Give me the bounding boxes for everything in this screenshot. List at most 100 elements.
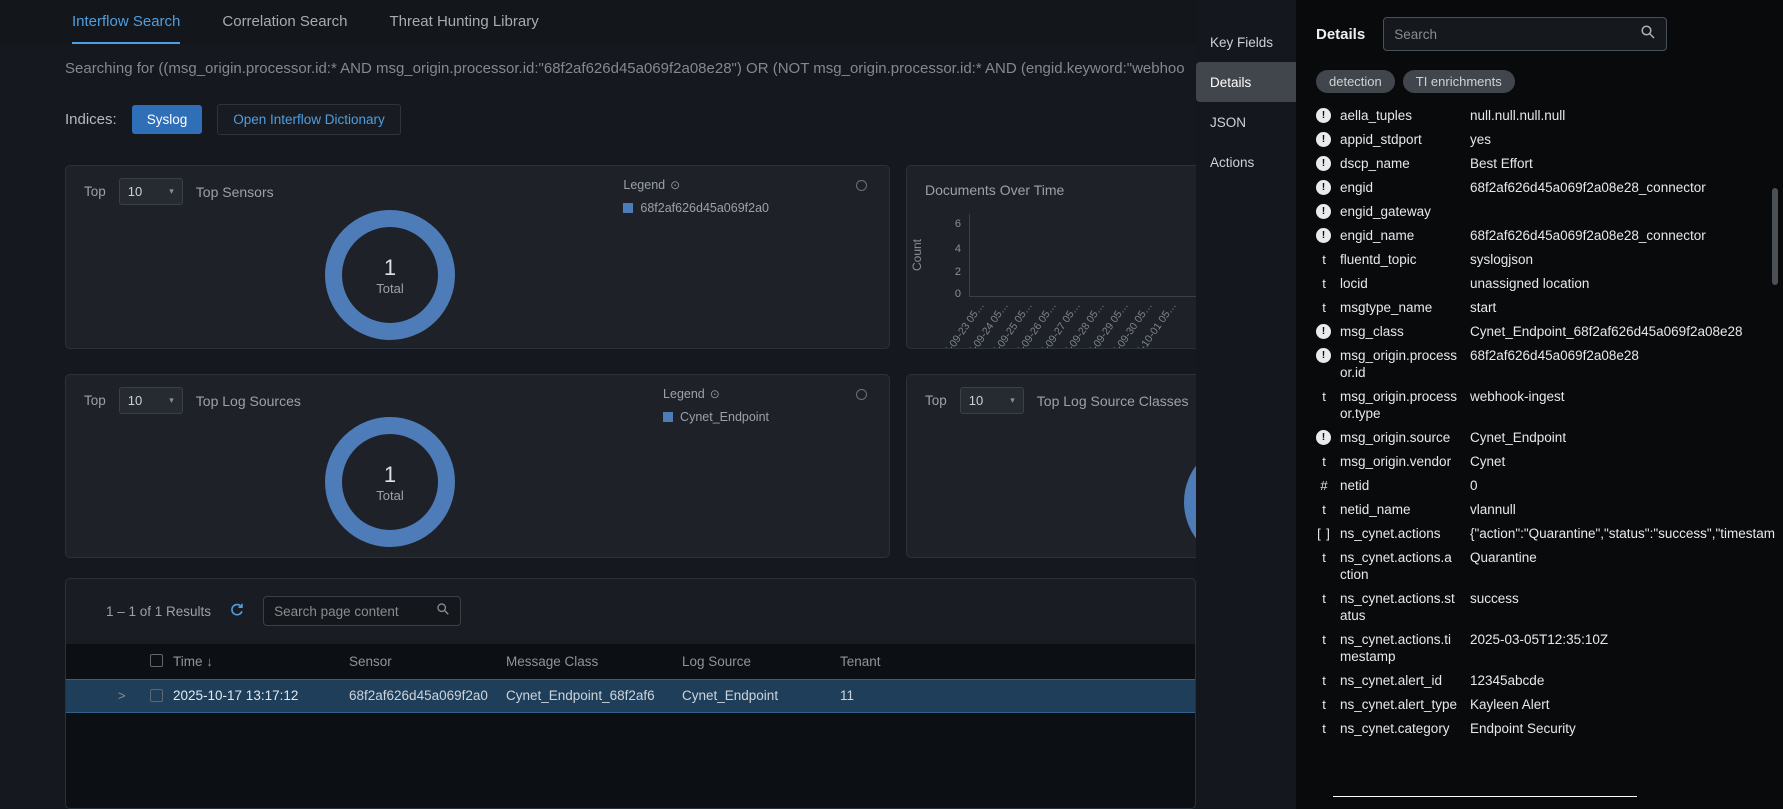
legend-circle-icon[interactable]: ⊙ xyxy=(670,178,680,192)
field-row[interactable]: #netid0 xyxy=(1316,473,1775,497)
top-n-select[interactable]: 10 ▾ xyxy=(119,387,183,414)
page-search-input[interactable] xyxy=(274,604,428,619)
field-row[interactable]: tmsg_origin.vendorCynet xyxy=(1316,449,1775,473)
field-value: syslogjson xyxy=(1470,251,1775,268)
field-list: !aella_tuplesnull.null.null.null!appid_s… xyxy=(1316,103,1775,809)
select-all-checkbox[interactable] xyxy=(150,654,163,667)
side-tab-details[interactable]: Details xyxy=(1196,62,1296,102)
field-type-text-icon: t xyxy=(1316,453,1332,470)
field-name: fluentd_topic xyxy=(1340,251,1458,268)
field-row[interactable]: !aella_tuplesnull.null.null.null xyxy=(1316,103,1775,127)
field-type-text-icon: t xyxy=(1316,549,1332,566)
results-header: 1 – 1 of 1 Results xyxy=(106,596,461,626)
legend: Legend ⊙ Cynet_Endpoint xyxy=(663,387,769,424)
field-row[interactable]: tns_cynet.alert_typeKayleen Alert xyxy=(1316,692,1775,716)
top-n-select[interactable]: 10 ▾ xyxy=(119,178,183,205)
app-root: Interflow Search Correlation Search Thre… xyxy=(0,0,1783,809)
field-row[interactable]: tns_cynet.alert_id12345abcde xyxy=(1316,668,1775,692)
field-name: ns_cynet.category xyxy=(1340,720,1458,737)
tab-interflow-search[interactable]: Interflow Search xyxy=(72,0,180,44)
field-row[interactable]: tnetid_namevlannull xyxy=(1316,497,1775,521)
field-row[interactable]: !msg_origin.processor.id68f2af626d45a069… xyxy=(1316,343,1775,384)
panel-toggle-icon[interactable] xyxy=(856,180,867,191)
field-value: 12345abcde xyxy=(1470,672,1775,689)
details-header: Details xyxy=(1316,17,1667,51)
field-value: vlannull xyxy=(1470,501,1775,518)
field-name: appid_stdport xyxy=(1340,131,1458,148)
syslog-button[interactable]: Syslog xyxy=(132,105,203,134)
field-value: unassigned location xyxy=(1470,275,1775,292)
field-row[interactable]: !engid68f2af626d45a069f2a08e28_connector xyxy=(1316,175,1775,199)
field-value: Quarantine xyxy=(1470,549,1775,566)
field-row[interactable]: tns_cynet.actions.statussuccess xyxy=(1316,586,1775,627)
field-row[interactable]: tlocidunassigned location xyxy=(1316,271,1775,295)
field-type-keyword-icon: ! xyxy=(1316,348,1331,363)
field-row[interactable]: !msg_origin.sourceCynet_Endpoint xyxy=(1316,425,1775,449)
field-name: msg_origin.source xyxy=(1340,429,1458,446)
field-value: webhook-ingest xyxy=(1470,388,1775,405)
field-value: Kayleen Alert xyxy=(1470,696,1775,713)
tab-threat-hunting-library[interactable]: Threat Hunting Library xyxy=(389,0,538,44)
legend-label: Legend xyxy=(623,178,665,192)
field-type-keyword-icon: ! xyxy=(1316,156,1331,171)
field-row[interactable]: !engid_gateway xyxy=(1316,199,1775,223)
y-axis-tick: 2 xyxy=(941,266,961,278)
field-row[interactable]: tns_cynet.categoryEndpoint Security xyxy=(1316,716,1775,740)
panel-title: Top Sensors xyxy=(196,184,274,200)
refresh-button[interactable] xyxy=(229,602,245,621)
field-row[interactable]: !appid_stdportyes xyxy=(1316,127,1775,151)
field-row[interactable]: tmsgtype_namestart xyxy=(1316,295,1775,319)
panel-toggle-icon[interactable] xyxy=(856,389,867,400)
open-interflow-dictionary-button[interactable]: Open Interflow Dictionary xyxy=(217,104,401,135)
field-name: msg_origin.processor.id xyxy=(1340,347,1458,381)
tag-ti-enrichments[interactable]: TI enrichments xyxy=(1403,70,1515,93)
row-expand-icon[interactable]: > xyxy=(118,688,126,703)
field-name: ns_cynet.actions.action xyxy=(1340,549,1458,583)
legend-item[interactable]: Cynet_Endpoint xyxy=(663,410,769,424)
column-header-sensor[interactable]: Sensor xyxy=(349,654,392,669)
top-n-select[interactable]: 10 ▾ xyxy=(960,387,1024,414)
row-checkbox[interactable] xyxy=(150,689,163,702)
indices-row: Indices: Syslog Open Interflow Dictionar… xyxy=(65,104,401,135)
field-row[interactable]: tmsg_origin.processor.typewebhook-ingest xyxy=(1316,384,1775,425)
panel-title: Top Log Source Classes xyxy=(1037,393,1189,409)
field-row[interactable]: !engid_name68f2af626d45a069f2a08e28_conn… xyxy=(1316,223,1775,247)
column-header-message-class[interactable]: Message Class xyxy=(506,654,598,669)
field-name: dscp_name xyxy=(1340,155,1458,172)
sort-desc-icon: ↓ xyxy=(206,654,213,669)
field-value: Best Effort xyxy=(1470,155,1775,172)
donut-total-value: 1 xyxy=(384,255,396,281)
tag-detection[interactable]: detection xyxy=(1316,70,1395,93)
details-scrollbar[interactable] xyxy=(1772,188,1778,285)
field-row[interactable]: tns_cynet.actions.timestamp2025-03-05T12… xyxy=(1316,627,1775,668)
column-header-time[interactable]: Time ↓ xyxy=(173,654,213,669)
details-search-input[interactable] xyxy=(1394,27,1632,42)
field-row[interactable]: tfluentd_topicsyslogjson xyxy=(1316,247,1775,271)
field-value: Cynet_Endpoint xyxy=(1470,429,1775,446)
legend-circle-icon[interactable]: ⊙ xyxy=(710,387,720,401)
legend-item[interactable]: 68f2af626d45a069f2a0 xyxy=(623,201,769,215)
side-tab-actions[interactable]: Actions xyxy=(1196,142,1296,182)
field-row[interactable]: !msg_classCynet_Endpoint_68f2af626d45a06… xyxy=(1316,319,1775,343)
field-type-text-icon: t xyxy=(1316,631,1332,648)
chevron-down-icon: ▾ xyxy=(1010,395,1015,406)
search-icon xyxy=(1640,24,1656,45)
field-name: netid_name xyxy=(1340,501,1458,518)
field-value: Cynet_Endpoint_68f2af626d45a069f2a08e28 xyxy=(1470,323,1775,340)
field-row[interactable]: [ ]ns_cynet.actions{"action":"Quarantine… xyxy=(1316,521,1775,545)
field-name: engid_gateway xyxy=(1340,203,1458,220)
field-row[interactable]: ! dscp_name Best Effort xyxy=(1316,151,1775,175)
field-value: Endpoint Security xyxy=(1470,720,1775,737)
page-search-box xyxy=(263,596,461,626)
legend-swatch xyxy=(663,412,673,422)
column-header-tenant[interactable]: Tenant xyxy=(840,654,881,669)
side-tab-key-fields[interactable]: Key Fields xyxy=(1196,22,1296,62)
table-row[interactable]: > 2025-10-17 13:17:12 68f2af626d45a069f2… xyxy=(66,679,1195,713)
tab-correlation-search[interactable]: Correlation Search xyxy=(222,0,347,44)
side-tab-json[interactable]: JSON xyxy=(1196,102,1296,142)
top-n-value: 10 xyxy=(128,184,142,199)
column-header-log-source[interactable]: Log Source xyxy=(682,654,751,669)
field-name: msgtype_name xyxy=(1340,299,1458,316)
field-value: success xyxy=(1470,590,1775,607)
field-row[interactable]: t ns_cynet.actions.action Quarantine xyxy=(1316,545,1775,586)
